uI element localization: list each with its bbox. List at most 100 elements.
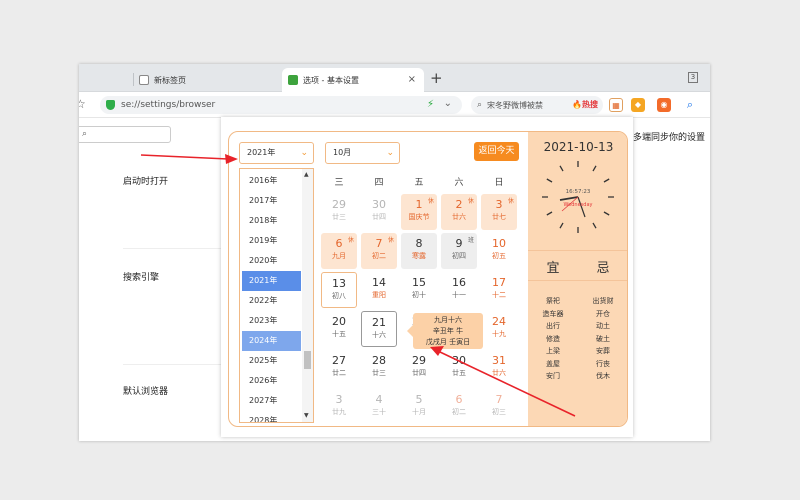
day-cell[interactable]: 13 初八: [321, 272, 357, 308]
ji-item: 伐木: [596, 372, 610, 380]
day-cell[interactable]: 30 廿五: [441, 350, 477, 386]
back-to-today-button[interactable]: 返回今天: [474, 142, 519, 161]
clock-tick: [546, 211, 553, 216]
year-option[interactable]: 2018年: [242, 211, 301, 231]
day-cell[interactable]: 20 十五: [321, 311, 357, 347]
day-cell[interactable]: 4 三十: [361, 389, 397, 425]
day-cell[interactable]: 28 廿三: [361, 350, 397, 386]
tab-count-badge[interactable]: 3: [688, 72, 698, 83]
day-cell[interactable]: 24 十九: [481, 311, 517, 347]
day-number: 16: [452, 276, 466, 289]
month-dropdown[interactable]: 10月 ⌄: [325, 142, 400, 164]
year-option[interactable]: 2019年: [242, 231, 301, 251]
day-cell[interactable]: 5 十月: [401, 389, 437, 425]
day-cell[interactable]: 15 初十: [401, 272, 437, 308]
day-cell[interactable]: 2 廿六休: [441, 194, 477, 230]
year-option[interactable]: 2025年: [242, 351, 301, 371]
day-number: 8: [415, 237, 423, 250]
lunar-tooltip: 九月十六 辛丑年 牛 戊戌月 壬寅日: [407, 313, 483, 349]
address-bar[interactable]: se://settings/browser ⚡ ⌄: [100, 96, 462, 114]
settings-search-input[interactable]: ⌕: [79, 126, 171, 143]
search-box[interactable]: ⌕ 宋冬野微博被禁 🔥热搜: [471, 96, 603, 114]
clock-tick: [603, 178, 610, 183]
ji-item: 出货财: [592, 297, 614, 305]
yi-item: 安门: [546, 372, 560, 380]
year-option[interactable]: 2027年: [242, 391, 301, 411]
day-cell[interactable]: 3 廿九: [321, 389, 357, 425]
search-icon: ⌕: [477, 100, 483, 110]
day-cell[interactable]: 8 寒露: [401, 233, 437, 269]
day-cell[interactable]: 10 初五: [481, 233, 517, 269]
scrollbar[interactable]: ▲ ▼: [302, 169, 313, 422]
workday-tag: 班: [467, 237, 474, 244]
lunar-date: 初二: [452, 408, 466, 416]
day-number: 31: [492, 354, 506, 367]
day-number: 4: [375, 393, 383, 406]
close-icon[interactable]: ×: [408, 74, 416, 85]
day-cell[interactable]: 1 国庆节休: [401, 194, 437, 230]
day-cell[interactable]: 7 初二休: [361, 233, 397, 269]
current-date: 2021-10-13: [543, 140, 614, 154]
year-option[interactable]: 2024年: [242, 331, 301, 351]
chevron-down-icon[interactable]: ⌄: [444, 98, 452, 109]
year-option[interactable]: 2022年: [242, 291, 301, 311]
sync-settings-text[interactable]: 多端同步你的设置: [633, 130, 705, 143]
day-number: 3: [335, 393, 343, 406]
day-number: 5: [415, 393, 423, 406]
lunar-date: 初四: [452, 252, 466, 260]
scrollbar-thumb[interactable]: [304, 351, 311, 369]
day-cell[interactable]: 3 廿七休: [481, 194, 517, 230]
year-option[interactable]: 2023年: [242, 311, 301, 331]
default-browser-label: 默认浏览器: [123, 387, 169, 397]
year-dropdown[interactable]: 2021年 ⌄: [239, 142, 314, 164]
tab-new-tab-page[interactable]: 新标签页: [133, 68, 280, 92]
year-value: 2021年: [247, 148, 276, 157]
year-option[interactable]: 2026年: [242, 371, 301, 391]
day-number: 15: [412, 276, 426, 289]
day-number: 29: [412, 354, 426, 367]
yi-item: 盖屋: [546, 359, 560, 368]
ji-item: 行丧: [596, 359, 610, 368]
day-number: 6: [455, 393, 463, 406]
clock-tick: [592, 165, 597, 172]
day-cell[interactable]: 30 廿四: [361, 194, 397, 230]
clock-tick: [546, 178, 553, 183]
year-option[interactable]: 2028年: [242, 411, 301, 422]
year-option[interactable]: 2021年: [242, 271, 301, 291]
day-number: 7: [495, 393, 503, 406]
yi-list: 祭祀 造车器 出行 修造 上梁 盖屋 安门: [528, 295, 578, 383]
day-number: 14: [372, 276, 386, 289]
new-tab-button[interactable]: +: [430, 69, 443, 87]
yi-item: 修造: [546, 334, 560, 343]
ji-item: 破土: [596, 334, 610, 343]
scroll-down-icon[interactable]: ▼: [304, 412, 309, 419]
star-icon[interactable]: ☆: [79, 97, 86, 111]
day-cell[interactable]: 29 廿三: [321, 194, 357, 230]
day-cell[interactable]: 6 九月休: [321, 233, 357, 269]
day-cell[interactable]: 21 十六: [361, 311, 397, 347]
search-icon[interactable]: ⌕: [683, 98, 697, 112]
calendar-popup: 2021年 ⌄ 10月 ⌄ 返回今天 2016年 2017年 2018年 2019年 2…: [221, 117, 633, 437]
year-option[interactable]: 2016年: [242, 171, 301, 191]
year-option[interactable]: 2020年: [242, 251, 301, 271]
day-cell[interactable]: 17 十二: [481, 272, 517, 308]
game-icon[interactable]: ◉: [657, 98, 671, 112]
scroll-up-icon[interactable]: ▲: [304, 171, 309, 178]
day-cell[interactable]: 29 廿四: [401, 350, 437, 386]
year-option[interactable]: 2017年: [242, 191, 301, 211]
holiday-tag: 休: [387, 237, 394, 244]
day-cell[interactable]: 16 十一: [441, 272, 477, 308]
day-cell[interactable]: 7 初三: [481, 389, 517, 425]
lightning-icon[interactable]: ⚡: [427, 99, 434, 110]
day-number: 27: [332, 354, 346, 367]
extension-shield-icon[interactable]: ◆: [631, 98, 645, 112]
day-cell[interactable]: 27 廿二: [321, 350, 357, 386]
hot-search-label[interactable]: 🔥热搜: [572, 99, 598, 110]
page-icon: [139, 75, 149, 85]
day-cell[interactable]: 6 初二: [441, 389, 477, 425]
day-cell[interactable]: 14 重阳: [361, 272, 397, 308]
day-cell[interactable]: 31 廿六: [481, 350, 517, 386]
calendar-icon[interactable]: ▦: [609, 98, 623, 112]
day-cell[interactable]: 9 初四班: [441, 233, 477, 269]
tab-settings[interactable]: 选项 - 基本设置 ×: [282, 68, 424, 92]
